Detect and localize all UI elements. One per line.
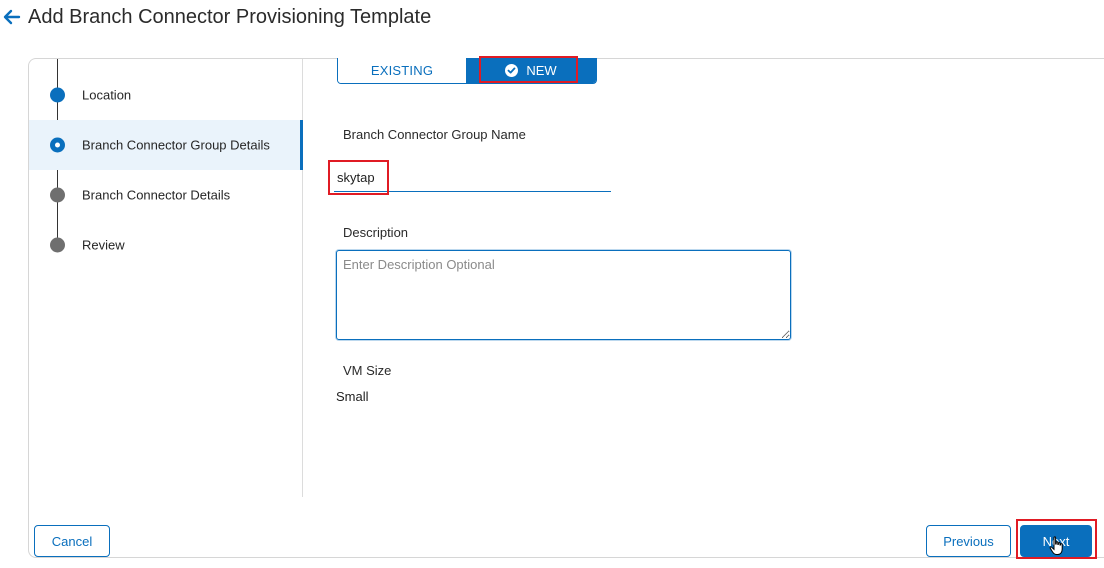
new-option-label: NEW xyxy=(526,63,557,78)
existing-option-button[interactable]: EXISTING xyxy=(338,58,466,83)
step-label: Location xyxy=(82,87,132,103)
group-name-label: Branch Connector Group Name xyxy=(343,127,526,142)
description-textarea[interactable] xyxy=(336,250,791,340)
check-circle-icon xyxy=(505,64,519,77)
step-branch-connector-details[interactable]: Branch Connector Details xyxy=(29,170,303,220)
group-mode-toggle: EXISTING NEW xyxy=(337,58,597,84)
step-label: Branch Connector Group Details xyxy=(82,137,270,153)
step-review[interactable]: Review xyxy=(29,220,303,270)
step-pending-icon xyxy=(50,187,65,203)
step-done-icon xyxy=(50,87,65,103)
step-current-icon xyxy=(50,137,65,153)
back-arrow-icon[interactable] xyxy=(2,7,22,27)
new-option-button[interactable]: NEW xyxy=(466,58,596,83)
step-label: Branch Connector Details xyxy=(82,187,231,203)
step-pending-icon xyxy=(50,237,65,253)
description-label: Description xyxy=(343,225,409,240)
vm-size-label: VM Size xyxy=(343,363,392,378)
hand-cursor-icon xyxy=(1049,536,1063,555)
step-location[interactable]: Location xyxy=(29,70,303,120)
previous-button[interactable]: Previous xyxy=(926,525,1011,557)
wizard-stepper: Location Branch Connector Group Details … xyxy=(29,59,303,497)
step-label: Review xyxy=(82,237,125,253)
cancel-button[interactable]: Cancel xyxy=(34,525,110,557)
group-name-input[interactable] xyxy=(334,163,611,192)
wizard-panel: Location Branch Connector Group Details … xyxy=(28,58,1104,558)
step-branch-connector-group-details[interactable]: Branch Connector Group Details xyxy=(29,120,303,170)
vm-size-value: Small xyxy=(336,389,369,404)
page-title: Add Branch Connector Provisioning Templa… xyxy=(28,6,432,28)
